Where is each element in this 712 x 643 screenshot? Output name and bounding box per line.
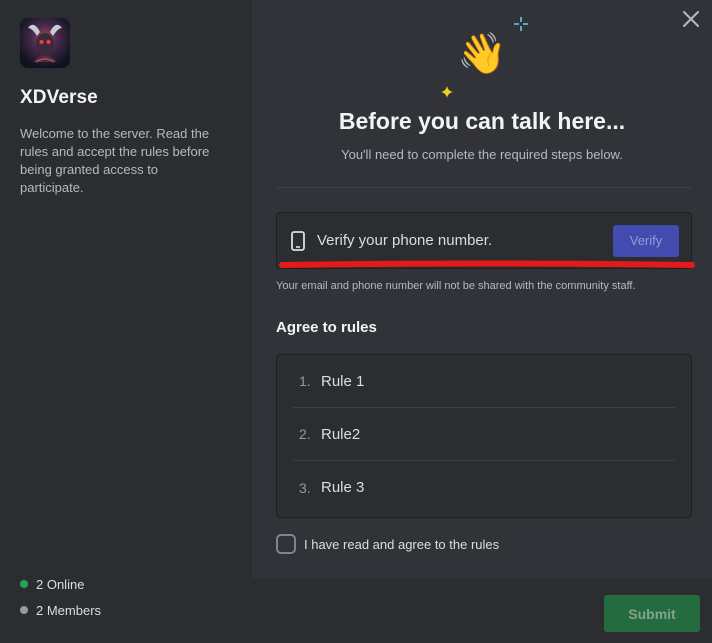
- member-count: 2 Members: [20, 597, 101, 623]
- server-sidebar: XDVerse Welcome to the server. Read the …: [0, 0, 252, 643]
- rules-heading: Agree to rules: [276, 319, 377, 336]
- modal-footer: Submit: [252, 578, 712, 643]
- verification-main: 👋 Before you can talk here... You'll nee…: [252, 0, 712, 643]
- agree-checkbox[interactable]: [276, 534, 296, 554]
- sparkle-icon: [514, 17, 528, 31]
- modal-subtitle: You'll need to complete the required ste…: [341, 147, 623, 162]
- modal-title: Before you can talk here...: [338, 108, 626, 134]
- server-name: XDVerse: [20, 87, 98, 108]
- submit-button[interactable]: Submit: [604, 595, 700, 632]
- close-button[interactable]: [680, 8, 702, 30]
- rule-number: 1.: [299, 373, 311, 389]
- verify-button[interactable]: Verify: [613, 224, 679, 257]
- member-status-dot: [20, 606, 28, 614]
- member-count-label: 2 Members: [36, 602, 102, 618]
- rules-list: 1. Rule 1 2. Rule2 3. Rule 3: [276, 354, 692, 518]
- privacy-note: Your email and phone number will not be …: [276, 280, 636, 292]
- rule-number: 2.: [299, 426, 311, 442]
- rule-item: 3. Rule 3: [293, 461, 675, 514]
- verification-modal: XDVerse Welcome to the server. Read the …: [0, 0, 712, 643]
- verify-phone-text: Verify your phone number.: [317, 232, 493, 249]
- server-description: Welcome to the server. Read the rules an…: [20, 126, 210, 195]
- agree-rules-checkbox-row[interactable]: I have read and agree to the rules: [276, 534, 499, 554]
- rule-text: Rule 1: [321, 372, 365, 390]
- rule-text: Rule 3: [321, 479, 365, 496]
- agree-label: I have read and agree to the rules: [304, 536, 500, 552]
- phone-verification-step: Verify your phone number. Verify: [276, 212, 692, 269]
- divider: [276, 187, 692, 188]
- server-stats: 2 Online 2 Members: [20, 571, 101, 623]
- online-status-dot: [20, 580, 28, 588]
- online-count-label: 2 Online: [36, 576, 85, 592]
- rule-text: Rule2: [321, 425, 361, 443]
- rule-item: 2. Rule2: [293, 408, 675, 461]
- phone-icon: [291, 230, 305, 251]
- waving-hand-icon: 👋: [457, 31, 507, 77]
- rule-number: 3.: [299, 479, 311, 496]
- server-avatar: [20, 18, 70, 68]
- star-sparkle-icon: [441, 86, 453, 98]
- rule-item: 1. Rule 1: [293, 355, 675, 408]
- close-icon: [683, 11, 699, 27]
- online-count: 2 Online: [20, 571, 101, 597]
